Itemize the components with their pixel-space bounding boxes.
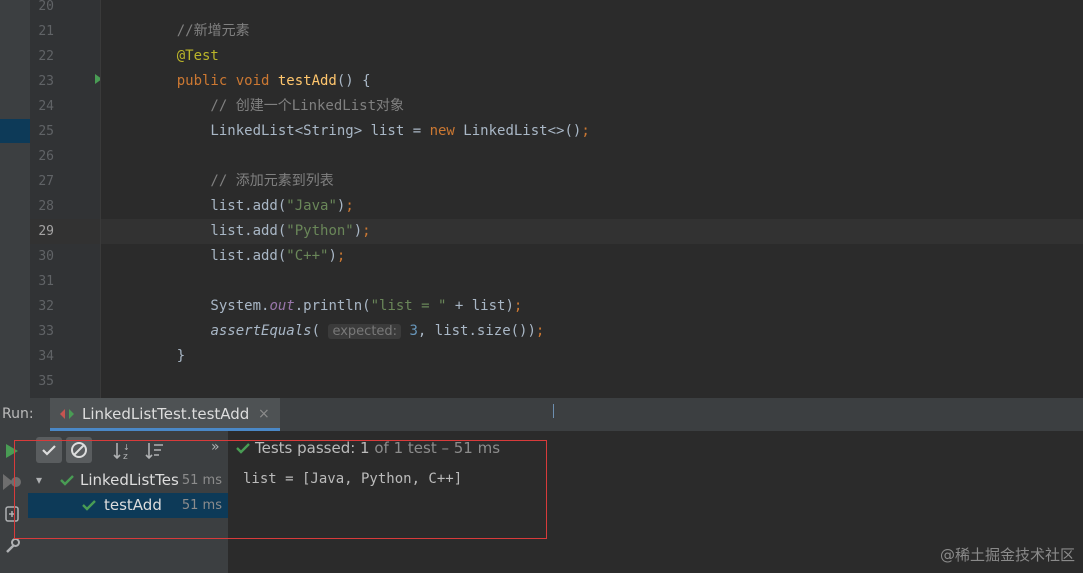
code-line-text: public void testAdd() { — [143, 73, 371, 89]
code-line[interactable]: System.out.println("list = " + list); — [101, 294, 1083, 319]
run-tab[interactable]: LinkedListTest.testAdd × — [50, 398, 280, 431]
line-number: 35 — [38, 374, 54, 389]
console-output-text: list = [Java, Python, C++] — [243, 471, 463, 487]
close-tab-icon[interactable]: × — [258, 406, 270, 422]
code-line[interactable]: assertEquals( expected: 3, list.size()); — [101, 319, 1083, 344]
run-toolwindow-header: Run: LinkedListTest.testAdd × — [0, 398, 1083, 432]
code-line-text: assertEquals( expected: 3, list.size()); — [210, 323, 545, 339]
code-line-text: LinkedList<String> list = new LinkedList… — [143, 123, 590, 139]
code-line[interactable]: list.add("Python"); — [101, 219, 1083, 244]
code-line[interactable]: //新增元素 — [101, 19, 1083, 44]
wrench-icon[interactable] — [4, 537, 20, 555]
line-number: 31 — [38, 274, 54, 289]
code-line-text: list.add("Java"); — [143, 198, 354, 214]
code-line[interactable] — [101, 144, 1083, 169]
svg-text:z: z — [123, 452, 128, 461]
show-passed-button[interactable] — [36, 437, 62, 463]
line-number: 25 — [38, 124, 54, 139]
test-status-line: Tests passed: 1 of 1 test – 51 ms — [236, 439, 500, 457]
line-number: 26 — [38, 149, 54, 164]
code-line[interactable]: @Test — [101, 44, 1083, 69]
code-line[interactable]: list.add("Java"); — [101, 194, 1083, 219]
ignored-icon — [71, 442, 87, 458]
code-line[interactable] — [101, 0, 1083, 19]
line-number: 23 — [38, 74, 54, 89]
line-number: 32 — [38, 299, 54, 314]
code-line[interactable]: LinkedList<String> list = new LinkedList… — [101, 119, 1083, 144]
check-icon — [42, 445, 56, 456]
line-number: 27 — [38, 174, 54, 189]
test-method-label: testAdd — [104, 496, 162, 514]
line-number: 21 — [38, 24, 54, 39]
status-prefix: Tests passed: — [255, 439, 361, 457]
passed-check-icon — [82, 500, 96, 511]
line-number: 33 — [38, 324, 54, 339]
line-number: 24 — [38, 99, 54, 114]
chevron-down-icon[interactable]: ▾ — [36, 468, 42, 493]
line-number: 34 — [38, 349, 54, 364]
passed-check-icon — [60, 475, 74, 486]
line-number: 29 — [38, 224, 54, 239]
project-sidebar-strip — [0, 0, 30, 398]
test-class-time: 51 ms — [181, 473, 222, 488]
rerun-icon[interactable] — [5, 443, 19, 459]
rerun-failed-icon[interactable] — [2, 473, 22, 491]
code-line-text: list.add("C++"); — [143, 248, 346, 264]
line-number: 20 — [38, 0, 54, 14]
test-tree-row-method[interactable]: testAdd 51 ms — [28, 493, 228, 518]
expand-toolbar-chevron[interactable]: » — [211, 439, 220, 455]
run-tool-column — [0, 431, 28, 573]
run-label: Run: — [2, 406, 34, 422]
status-suffix: of 1 test – 51 ms — [369, 439, 501, 457]
code-line-text: //新增元素 — [143, 23, 250, 39]
line-number: 28 — [38, 199, 54, 214]
passed-check-icon — [236, 443, 250, 454]
code-line[interactable]: list.add("C++"); — [101, 244, 1083, 269]
code-line-text: @Test — [143, 48, 219, 64]
sort-by-duration-icon[interactable] — [144, 441, 166, 461]
status-count: 1 — [360, 439, 370, 457]
watermark: @稀土掘金技术社区 — [939, 546, 1075, 564]
test-config-icon — [60, 409, 74, 419]
run-tab-title: LinkedListTest.testAdd — [82, 405, 250, 423]
code-line-text: System.out.println("list = " + list); — [143, 298, 523, 314]
test-class-label: LinkedListTes — [80, 471, 179, 489]
code-line[interactable]: // 添加元素到列表 — [101, 169, 1083, 194]
svg-text:↓: ↓ — [123, 443, 130, 452]
sort-alphabetically-icon[interactable]: ↓ z — [112, 441, 134, 461]
code-line-text: list.add("Python"); — [143, 223, 371, 239]
line-number: 30 — [38, 249, 54, 264]
sidebar-selected-marker — [0, 119, 30, 143]
code-line[interactable] — [101, 369, 1083, 394]
test-method-time: 51 ms — [181, 498, 222, 513]
code-line[interactable]: // 创建一个LinkedList对象 — [101, 94, 1083, 119]
code-line-text: } — [143, 348, 186, 364]
code-line[interactable]: } — [101, 344, 1083, 369]
code-line-text: // 添加元素到列表 — [143, 173, 334, 189]
code-line[interactable]: public void testAdd() { — [101, 69, 1083, 94]
line-number: 22 — [38, 49, 54, 64]
code-editor[interactable]: //新增元素 @Test public void testAdd() { // … — [100, 0, 1083, 398]
text-caret — [553, 404, 554, 418]
test-tree-row-class[interactable]: ▾ LinkedListTes 51 ms — [28, 468, 228, 493]
code-line[interactable] — [101, 269, 1083, 294]
show-ignored-button[interactable] — [66, 437, 92, 463]
toggle-auto-test-icon[interactable] — [4, 505, 20, 523]
test-results-tree-panel: ↓ z » ▾ LinkedListTes 51 ms testAdd 51 m… — [28, 431, 228, 573]
code-line-text: // 创建一个LinkedList对象 — [143, 98, 405, 114]
